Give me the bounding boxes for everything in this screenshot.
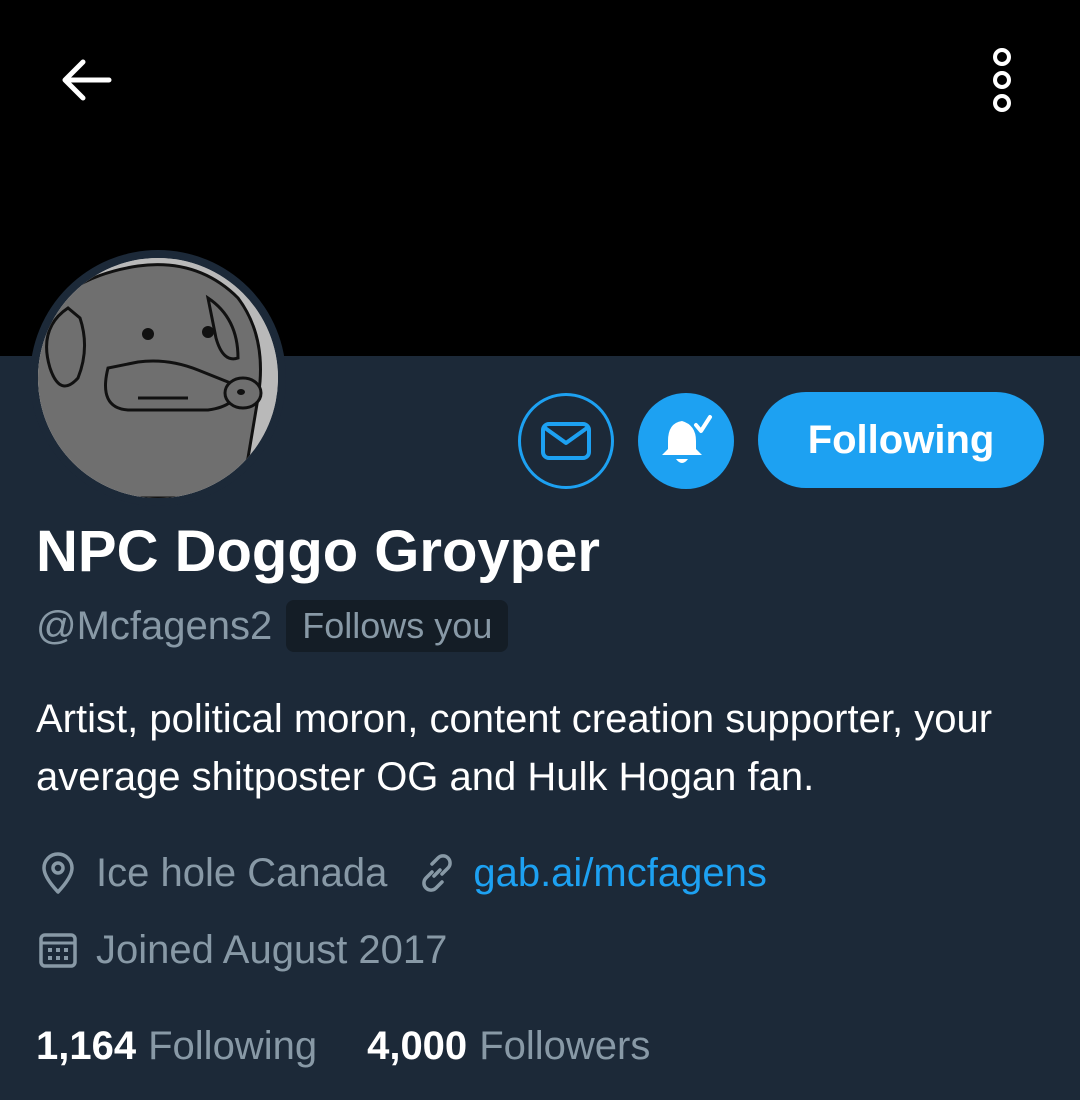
arrow-left-icon — [62, 59, 112, 101]
website-link[interactable]: gab.ai/mcfagens — [473, 851, 767, 896]
location-pin-icon — [36, 851, 80, 895]
avatar[interactable] — [30, 250, 286, 506]
display-name: NPC Doggo Groyper — [36, 519, 600, 584]
followers-stat[interactable]: 4,000 Followers — [367, 1024, 650, 1069]
notifications-button[interactable] — [638, 393, 734, 489]
joined-row: Joined August 2017 — [36, 920, 447, 980]
calendar-icon — [36, 928, 80, 972]
following-stat[interactable]: 1,164 Following — [36, 1024, 317, 1069]
follows-you-badge: Follows you — [286, 600, 509, 652]
back-button[interactable] — [52, 50, 118, 110]
followers-label: Followers — [479, 1023, 651, 1068]
location-text: Ice hole Canada — [96, 850, 388, 895]
avatar-image — [38, 258, 278, 498]
location-website-row: Ice hole Canada gab.ai/mcfagens — [36, 843, 767, 903]
more-vertical-icon — [993, 48, 1011, 112]
handle: @Mcfagens2 — [36, 603, 273, 648]
bell-check-icon — [662, 415, 712, 463]
profile-bio: Artist, political moron, content creatio… — [36, 697, 993, 799]
more-options-button[interactable] — [972, 44, 1032, 116]
envelope-icon — [541, 422, 591, 460]
following-button[interactable]: Following — [758, 392, 1044, 488]
followers-count: 4,000 — [367, 1023, 468, 1068]
link-icon — [415, 851, 459, 895]
stats-row: 1,164 Following 4,000 Followers — [36, 1016, 650, 1076]
following-label: Following — [148, 1023, 318, 1068]
dog-drawing — [38, 258, 278, 498]
message-button[interactable] — [518, 393, 614, 489]
profile-page: Following NPC Doggo Groyper @Mcfagens2 F… — [0, 0, 1080, 1100]
handle-row: @Mcfagens2 Follows you — [36, 598, 509, 654]
joined-text: Joined August 2017 — [96, 927, 448, 972]
following-count: 1,164 — [36, 1023, 137, 1068]
